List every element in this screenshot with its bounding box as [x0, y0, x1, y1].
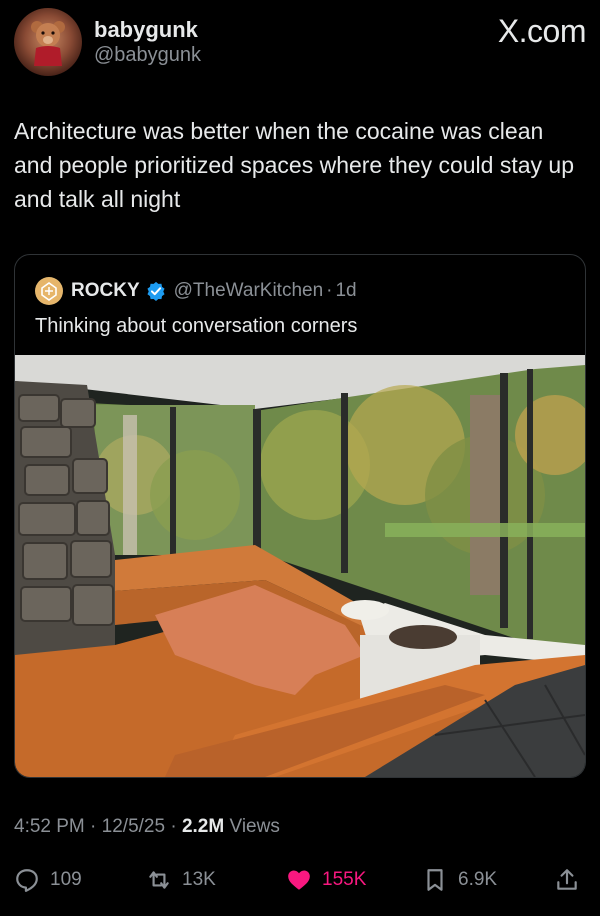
verified-badge-icon — [147, 281, 165, 301]
tweet-meta: 4:52 PM · 12/5/25 · 2.2M Views — [14, 816, 280, 838]
tweet-header: babygunk @babygunk X.com — [14, 8, 587, 78]
views-label: Views — [229, 816, 280, 837]
like-button[interactable]: 155K — [286, 860, 366, 900]
quoted-text: Thinking about conversation corners — [35, 315, 358, 337]
repost-button[interactable]: 13K — [146, 860, 216, 900]
heart-filled-icon — [288, 870, 310, 890]
reply-count: 109 — [50, 869, 82, 890]
author-handle[interactable]: @babygunk — [94, 44, 201, 67]
tweet-time[interactable]: 4:52 PM — [14, 816, 85, 837]
teddy-bear-icon — [31, 21, 65, 66]
views-count: 2.2M — [181, 816, 225, 837]
quoted-header: ROCKY @TheWarKitchen · 1d — [35, 277, 357, 305]
like-count: 155K — [322, 869, 367, 890]
action-bar: 109 13K 155K 6.9K — [14, 860, 586, 900]
bookmark-count: 6.9K — [458, 869, 498, 890]
reply-icon — [16, 869, 38, 892]
separator-dot: · — [326, 280, 333, 301]
brand-logo: X.com — [497, 13, 587, 50]
quoted-tweet[interactable]: ROCKY @TheWarKitchen · 1d Thinking about… — [14, 254, 586, 778]
avatar[interactable] — [14, 8, 82, 76]
bookmark-button[interactable]: 6.9K — [422, 860, 497, 900]
tweet-date[interactable]: 12/5/25 — [102, 816, 165, 837]
brand-text: X.com — [497, 13, 587, 49]
reply-button[interactable]: 109 — [14, 860, 82, 900]
conversation-pit-photo[interactable] — [15, 355, 585, 777]
share-button[interactable] — [554, 860, 590, 900]
quoted-author-name[interactable]: ROCKY — [71, 280, 140, 302]
quoted-avatar[interactable] — [35, 277, 63, 305]
separator-dot: · — [90, 816, 97, 837]
bookmark-icon — [427, 869, 443, 891]
tweet-text: Architecture was better when the cocaine… — [14, 118, 575, 212]
emblem-icon — [36, 278, 62, 304]
separator-dot: · — [170, 816, 177, 837]
author-name[interactable]: babygunk — [94, 17, 198, 43]
repost-icon — [149, 871, 169, 889]
quoted-timestamp[interactable]: 1d — [335, 280, 356, 302]
repost-count: 13K — [182, 869, 216, 890]
quoted-author-handle[interactable]: @TheWarKitchen — [174, 280, 324, 302]
share-icon — [557, 869, 577, 890]
